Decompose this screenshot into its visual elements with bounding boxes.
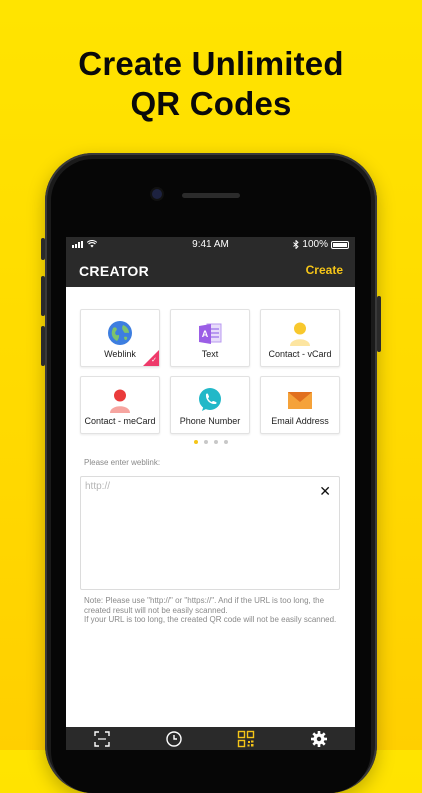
phone-volume-down xyxy=(41,326,45,366)
note-line-1: Note: Please use "http://" or "https://"… xyxy=(84,596,325,615)
earpiece-speaker xyxy=(182,193,240,198)
phone-icon xyxy=(197,387,223,413)
page-dot[interactable] xyxy=(213,440,218,444)
nav-title: CREATOR xyxy=(79,263,150,279)
page-dot-active[interactable] xyxy=(193,440,198,444)
tab-bar xyxy=(66,727,355,750)
headline-line-2: QR Codes xyxy=(130,85,292,122)
page-indicator[interactable] xyxy=(66,440,355,444)
type-tile-vcard[interactable]: Contact - vCard xyxy=(260,309,340,367)
svg-text:A: A xyxy=(202,329,209,339)
weblink-input-box: ✕ xyxy=(80,476,340,590)
weblink-input[interactable] xyxy=(85,481,305,581)
type-tile-text[interactable]: A Text xyxy=(170,309,250,367)
front-camera xyxy=(152,189,162,199)
type-label: Phone Number xyxy=(179,416,241,426)
type-label: Contact - meCard xyxy=(84,416,156,426)
type-tile-email[interactable]: Email Address xyxy=(260,376,340,434)
type-grid: Weblink ✓ A Text Contact - vCard Contact… xyxy=(80,309,342,434)
phone-volume-up xyxy=(41,276,45,316)
person-icon xyxy=(287,320,313,346)
type-label: Weblink xyxy=(104,349,136,359)
type-tile-weblink[interactable]: Weblink ✓ xyxy=(80,309,160,367)
battery-percent: 100% xyxy=(302,239,328,250)
type-label: Email Address xyxy=(271,416,329,426)
phone-power-button xyxy=(377,296,381,352)
history-icon[interactable] xyxy=(165,730,183,748)
type-label: Text xyxy=(201,349,219,359)
note-line-2: If your URL is too long, the created QR … xyxy=(84,615,337,624)
status-right: 100% xyxy=(293,239,349,250)
settings-icon[interactable] xyxy=(310,730,328,748)
phone-silent-switch xyxy=(41,238,45,260)
close-icon[interactable]: ✕ xyxy=(319,483,331,500)
bluetooth-icon xyxy=(293,240,300,249)
qr-create-icon[interactable] xyxy=(237,730,255,748)
weblink-prompt: Please enter weblink: xyxy=(84,458,161,467)
page-dot[interactable] xyxy=(203,440,208,444)
scan-icon[interactable] xyxy=(93,730,111,748)
type-tile-phone[interactable]: Phone Number xyxy=(170,376,250,434)
text-document-icon: A xyxy=(197,320,223,346)
type-tile-mecard[interactable]: Contact - meCard xyxy=(80,376,160,434)
person-red-icon xyxy=(107,387,133,413)
envelope-icon xyxy=(287,387,313,413)
creator-content: Weblink ✓ A Text Contact - vCard Contact… xyxy=(66,287,355,727)
create-button[interactable]: Create xyxy=(306,263,343,277)
app-screen: 9:41 AM 100% CREATOR Create Weblink ✓ A xyxy=(66,237,355,750)
globe-icon xyxy=(107,320,133,346)
check-icon: ✓ xyxy=(151,357,157,364)
nav-bar: CREATOR Create xyxy=(66,253,355,287)
headline: Create Unlimited QR Codes xyxy=(0,44,422,124)
battery-icon xyxy=(331,240,349,249)
type-label: Contact - vCard xyxy=(268,349,332,359)
status-bar: 9:41 AM 100% xyxy=(66,237,355,253)
page-dot[interactable] xyxy=(223,440,228,444)
headline-line-1: Create Unlimited xyxy=(78,45,344,82)
url-note: Note: Please use "http://" or "https://"… xyxy=(84,596,342,625)
